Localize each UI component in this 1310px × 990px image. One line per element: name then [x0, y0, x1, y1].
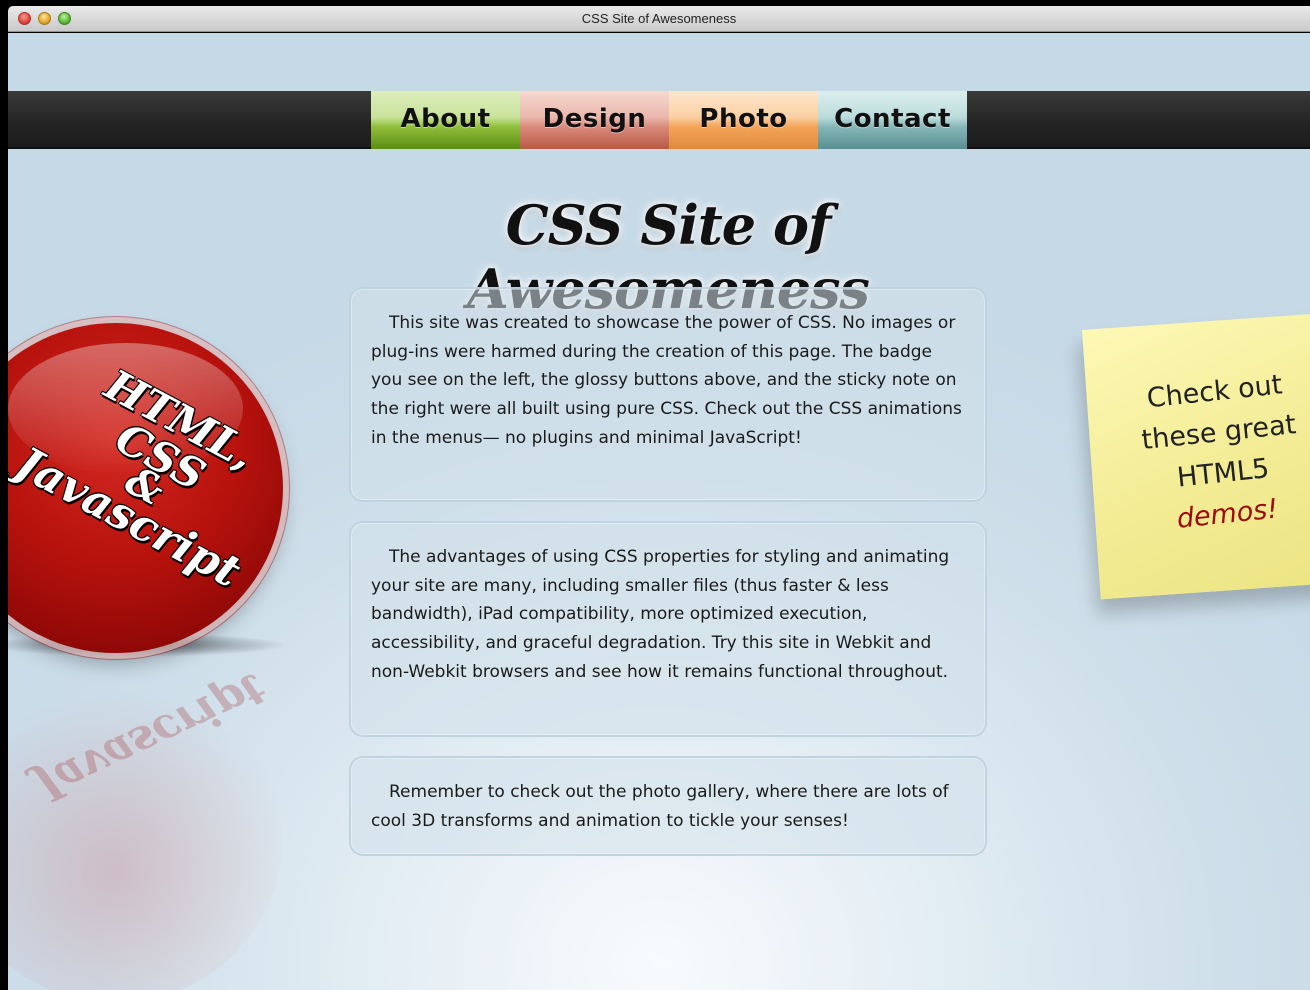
- nav-item-about[interactable]: About: [371, 91, 520, 149]
- page-content: About Design Photo Contact CSS Site of A…: [8, 33, 1310, 990]
- paragraph-text: This site was created to showcase the po…: [371, 313, 962, 448]
- nav-menu: About Design Photo Contact: [371, 91, 967, 149]
- window-title: CSS Site of Awesomeness: [581, 11, 737, 26]
- nav-item-photo[interactable]: Photo: [669, 91, 818, 149]
- paragraph-text: Remember to check out the photo gallery,…: [371, 782, 949, 831]
- nav-bar: About Design Photo Contact: [8, 91, 1310, 149]
- sticky-note-text[interactable]: Check out these great HTML5 demos!: [1098, 359, 1310, 546]
- nav-item-design[interactable]: Design: [520, 91, 669, 149]
- nav-item-contact[interactable]: Contact: [818, 91, 967, 149]
- paragraph-text: The advantages of using CSS properties f…: [371, 547, 950, 682]
- title-bar: CSS Site of Awesomeness: [8, 6, 1310, 32]
- browser-window: CSS Site of Awesomeness About Design Pho…: [0, 0, 1310, 990]
- content-box: The advantages of using CSS properties f…: [349, 521, 987, 737]
- content-box: This site was created to showcase the po…: [349, 287, 987, 502]
- content-box: Remember to check out the photo gallery,…: [349, 756, 987, 856]
